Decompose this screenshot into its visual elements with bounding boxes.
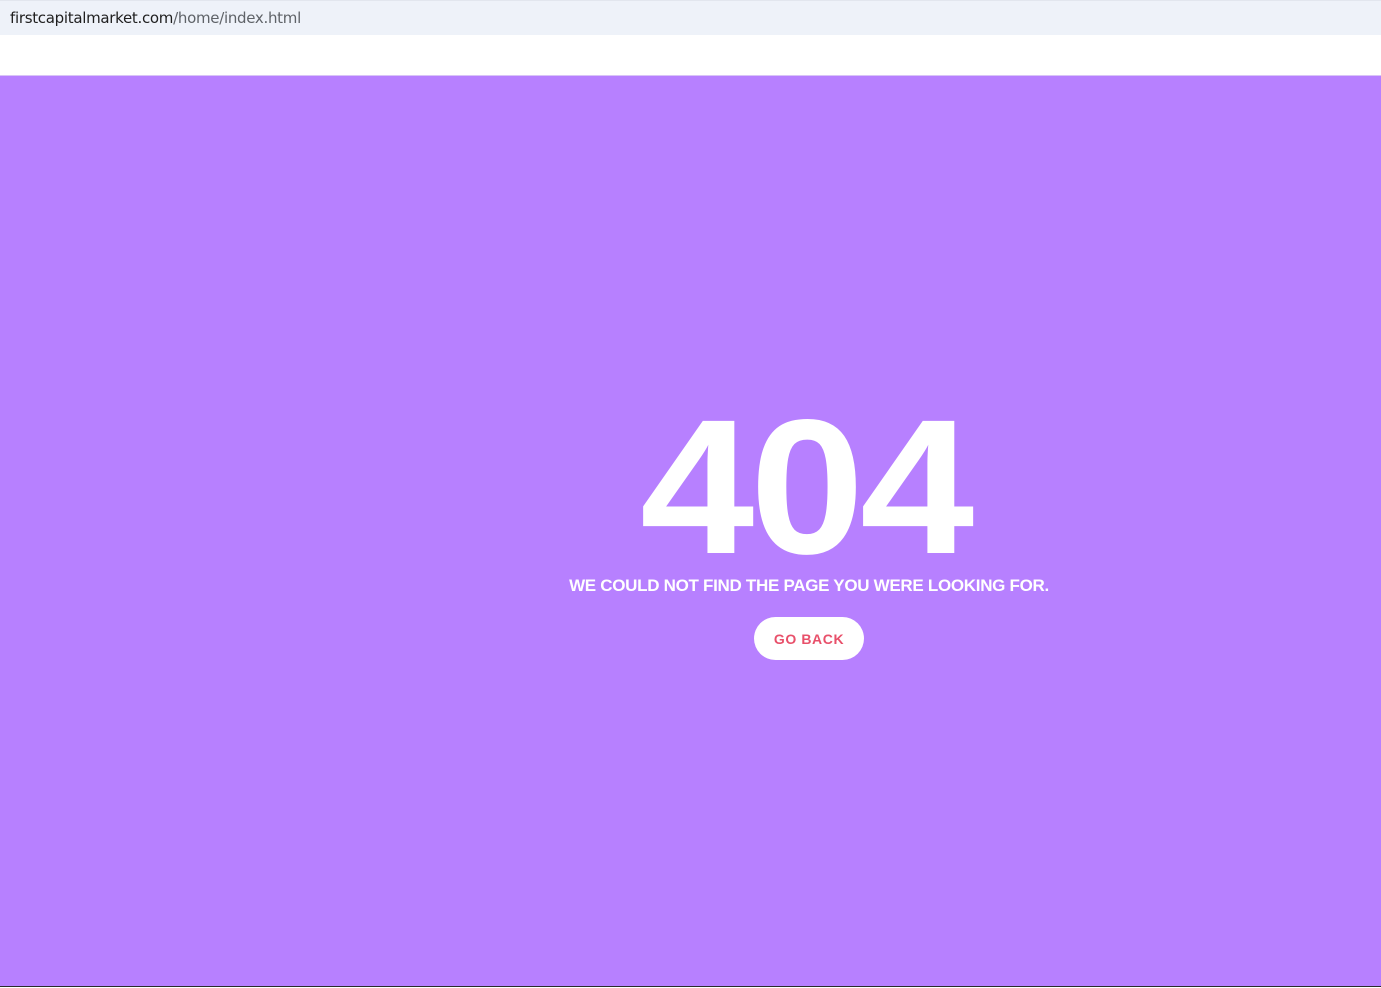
url-domain: firstcapitalmarket.com bbox=[10, 9, 174, 27]
address-bar[interactable]: firstcapitalmarket.com/home/index.html bbox=[0, 0, 1381, 35]
page-top-strip bbox=[0, 35, 1381, 75]
error-page-background: 404 WE COULD NOT FIND THE PAGE YOU WERE … bbox=[0, 75, 1381, 987]
error-code: 404 bbox=[640, 379, 974, 594]
error-message: WE COULD NOT FIND THE PAGE YOU WERE LOOK… bbox=[569, 576, 1049, 595]
url-text[interactable]: firstcapitalmarket.com/home/index.html bbox=[10, 10, 301, 27]
go-back-button[interactable]: GO BACK bbox=[754, 617, 864, 660]
url-path: /home/index.html bbox=[173, 9, 301, 27]
